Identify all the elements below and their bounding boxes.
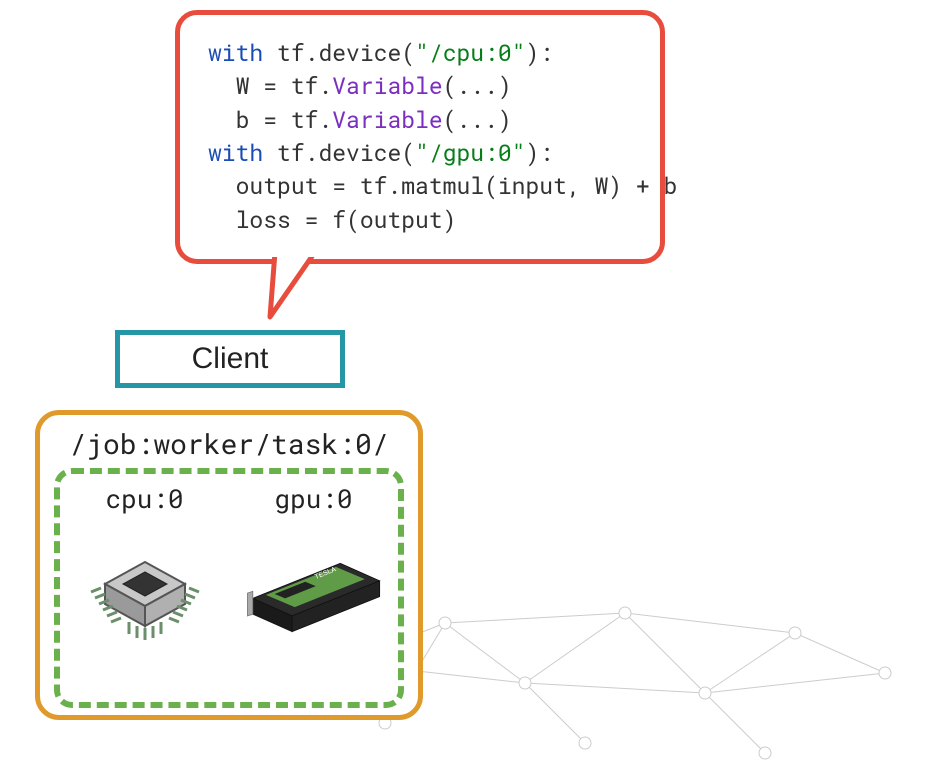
worker-task-box: /job:worker/task:0/ cpu:0 (35, 410, 423, 720)
speech-bubble-tail-icon (265, 252, 345, 322)
devices-container: cpu:0 (54, 468, 404, 708)
code-line-5: output = tf.matmul(input, W) + b (208, 170, 632, 203)
code-speech-bubble: with tf.device("/cpu:0"): W = tf.Variabl… (175, 10, 665, 264)
code-line-4: with tf.device("/gpu:0"): (208, 137, 632, 170)
gpu-card-icon: TESLA (244, 524, 384, 664)
gpu-label: gpu:0 (274, 482, 352, 516)
worker-title: /job:worker/task:0/ (54, 425, 404, 462)
code-line-6: loss = f(output) (208, 204, 632, 237)
code-line-3: b = tf.Variable(...) (208, 104, 632, 137)
cpu-label: cpu:0 (105, 482, 183, 516)
client-box: Client (115, 330, 345, 388)
code-line-1: with tf.device("/cpu:0"): (208, 37, 632, 70)
client-label: Client (192, 342, 269, 376)
cpu-chip-icon (75, 524, 215, 664)
cpu-device: cpu:0 (65, 482, 225, 664)
gpu-device: gpu:0 TESLA (234, 482, 394, 664)
code-block: with tf.device("/cpu:0"): W = tf.Variabl… (175, 10, 665, 264)
code-line-2: W = tf.Variable(...) (208, 70, 632, 103)
